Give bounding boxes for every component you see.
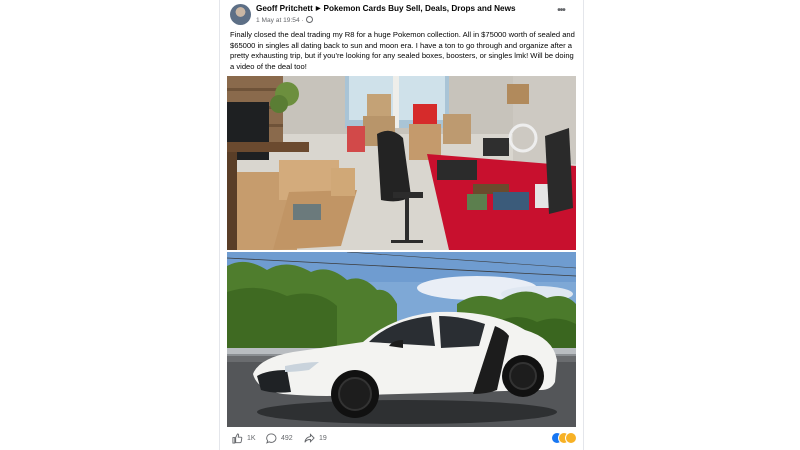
globe-icon: [305, 16, 313, 23]
post-card: Geoff Pritchett ▶ Pokemon Cards Buy Sell, …: [219, 0, 584, 450]
share-arrow-icon: [304, 432, 315, 443]
more-options-icon[interactable]: •••: [553, 6, 569, 19]
reaction-summary[interactable]: [551, 432, 577, 444]
author-avatar[interactable]: [230, 4, 251, 25]
like-count: 1K: [247, 434, 256, 442]
like-button[interactable]: 1K: [232, 431, 256, 445]
wow-reaction-icon: [565, 432, 577, 444]
comment-button[interactable]: 492: [266, 431, 293, 445]
share-count: 19: [319, 434, 327, 442]
group-name[interactable]: Pokemon Cards Buy Sell, Deals, Drops and…: [324, 4, 516, 13]
comment-count: 492: [281, 434, 293, 442]
post-photo-car[interactable]: [227, 252, 576, 427]
post-timestamp[interactable]: 1 May at 19:54 ·: [256, 17, 304, 24]
post-meta: 1 May at 19:54 ·: [256, 16, 313, 24]
thumbs-up-icon: [232, 432, 243, 444]
post-actions-bar: 1K 492 19: [232, 431, 577, 445]
post-title-line: Geoff Pritchett ▶ Pokemon Cards Buy Sell, …: [256, 4, 516, 13]
group-arrow-icon: ▶: [315, 6, 321, 12]
comment-bubble-icon: [266, 432, 277, 444]
share-button[interactable]: 19: [304, 431, 327, 445]
post-header: Geoff Pritchett ▶ Pokemon Cards Buy Sell, …: [230, 3, 575, 27]
author-name[interactable]: Geoff Pritchett: [256, 4, 313, 13]
post-body: Finally closed the deal trading my R8 fo…: [230, 30, 575, 71]
post-photo-collection[interactable]: [227, 76, 576, 250]
